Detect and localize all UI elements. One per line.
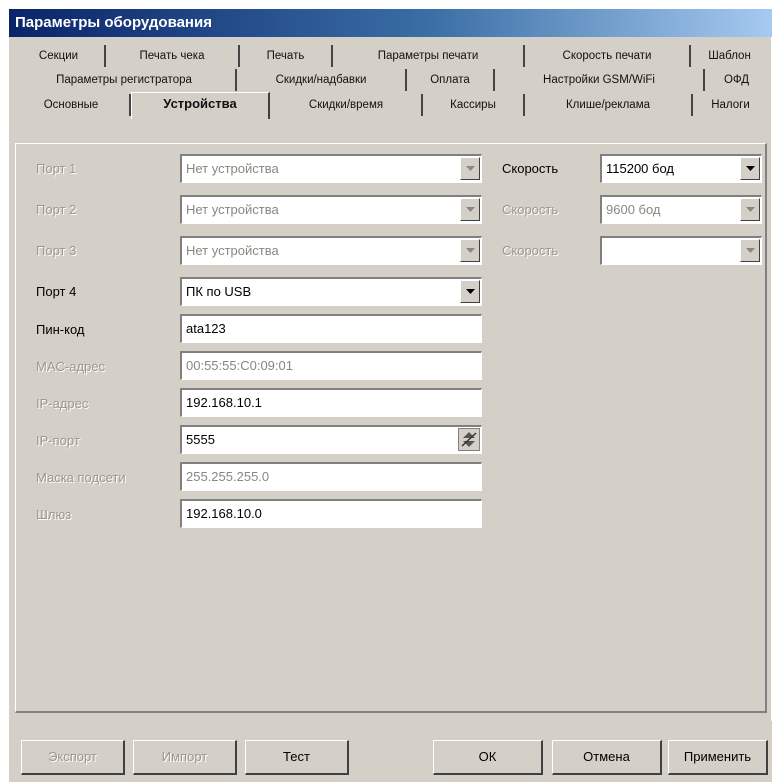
- tab-cliche-ads[interactable]: Клише/реклама: [525, 94, 693, 116]
- gateway-label: Шлюз: [36, 507, 72, 522]
- mask-value: 255.255.255.0: [186, 469, 270, 484]
- mask-input[interactable]: 255.255.255.0: [180, 462, 482, 491]
- pin-label: Пин-код: [36, 322, 85, 337]
- port4-label: Порт 4: [36, 284, 77, 299]
- tab-row-2: Параметры регистратора Скидки/надбавки О…: [13, 69, 768, 93]
- tab-ofd[interactable]: ОФД: [705, 69, 768, 91]
- chevron-down-icon[interactable]: [460, 280, 480, 303]
- port1-speed-value: 115200 бод: [606, 161, 675, 176]
- test-button[interactable]: Тест: [245, 740, 349, 775]
- ip-input[interactable]: 192.168.10.1: [180, 388, 482, 417]
- port3-value: Нет устройства: [186, 243, 279, 258]
- tab-registrar-params[interactable]: Параметры регистратора: [13, 69, 237, 91]
- tab-receipt-print[interactable]: Печать чека: [106, 45, 240, 67]
- gateway-input[interactable]: 192.168.10.0: [180, 499, 482, 528]
- tab-gsm-wifi[interactable]: Настройки GSM/WiFi: [495, 69, 705, 91]
- ipport-value: 5555: [186, 432, 215, 447]
- tab-discounts-time[interactable]: Скидки/время: [271, 94, 423, 116]
- port1-label: Порт 1: [36, 161, 77, 176]
- chevron-down-icon[interactable]: [460, 198, 480, 221]
- tab-row-3: Основные Устройства Скидки/время Кассиры…: [13, 92, 768, 119]
- tab-sections[interactable]: Секции: [13, 45, 106, 67]
- tab-main[interactable]: Основные: [13, 94, 131, 116]
- port2-speed-value: 9600 бод: [606, 202, 661, 217]
- ipport-label: IP-порт: [36, 433, 80, 448]
- port1-speed-label: Скорость: [502, 161, 559, 176]
- ip-value: 192.168.10.1: [186, 395, 262, 410]
- port4-value: ПК по USB: [186, 284, 252, 299]
- port3-select[interactable]: Нет устройства: [180, 236, 482, 265]
- pin-value: ata123: [186, 321, 226, 336]
- spinner-icon[interactable]: [458, 428, 480, 451]
- button-bar: Экспорт Импорт Тест ОК Отмена Применить: [9, 721, 772, 782]
- mask-label: Маска подсети: [36, 470, 126, 485]
- tab-template[interactable]: Шаблон: [691, 45, 768, 67]
- cancel-button[interactable]: Отмена: [552, 740, 662, 775]
- chevron-down-icon[interactable]: [740, 239, 760, 262]
- port2-speed-select[interactable]: 9600 бод: [600, 195, 762, 224]
- port2-label: Порт 2: [36, 202, 77, 217]
- port2-speed-label: Скорость: [502, 202, 559, 217]
- port2-value: Нет устройства: [186, 202, 279, 217]
- gateway-value: 192.168.10.0: [186, 506, 262, 521]
- tab-payment[interactable]: Оплата: [407, 69, 495, 91]
- devices-panel: Порт 1 Нет устройства Скорость 115200 бо…: [15, 143, 767, 713]
- pin-input[interactable]: ata123: [180, 314, 482, 343]
- equipment-settings-dialog: Параметры оборудования Секции Печать чек…: [8, 8, 772, 782]
- tab-taxes[interactable]: Налоги: [693, 94, 768, 116]
- ip-label: IP-адрес: [36, 396, 89, 411]
- chevron-down-icon[interactable]: [740, 198, 760, 221]
- port4-select[interactable]: ПК по USB: [180, 277, 482, 306]
- port1-value: Нет устройства: [186, 161, 279, 176]
- apply-button[interactable]: Применить: [668, 740, 768, 775]
- chevron-down-icon[interactable]: [740, 157, 760, 180]
- export-button[interactable]: Экспорт: [21, 740, 125, 775]
- port3-label: Порт 3: [36, 243, 77, 258]
- mac-input[interactable]: 00:55:55:C0:09:01: [180, 351, 482, 380]
- tab-print[interactable]: Печать: [240, 45, 333, 67]
- tab-print-speed[interactable]: Скорость печати: [525, 45, 691, 67]
- tab-print-params[interactable]: Параметры печати: [333, 45, 525, 67]
- ok-button[interactable]: ОК: [433, 740, 543, 775]
- chevron-down-icon[interactable]: [460, 157, 480, 180]
- dialog-title: Параметры оборудования: [9, 9, 772, 37]
- mac-value: 00:55:55:C0:09:01: [186, 358, 293, 373]
- tab-devices[interactable]: Устройства: [131, 92, 270, 119]
- chevron-down-icon[interactable]: [460, 239, 480, 262]
- port2-select[interactable]: Нет устройства: [180, 195, 482, 224]
- port3-speed-label: Скорость: [502, 243, 559, 258]
- mac-label: MAC-адрес: [36, 359, 105, 374]
- ipport-input[interactable]: 5555: [180, 425, 482, 454]
- tab-row-1: Секции Печать чека Печать Параметры печа…: [13, 45, 768, 69]
- port1-select[interactable]: Нет устройства: [180, 154, 482, 183]
- import-button[interactable]: Импорт: [133, 740, 237, 775]
- tab-discounts-markups[interactable]: Скидки/надбавки: [237, 69, 407, 91]
- port3-speed-select[interactable]: [600, 236, 762, 265]
- port1-speed-select[interactable]: 115200 бод: [600, 154, 762, 183]
- tab-cashiers[interactable]: Кассиры: [423, 94, 525, 116]
